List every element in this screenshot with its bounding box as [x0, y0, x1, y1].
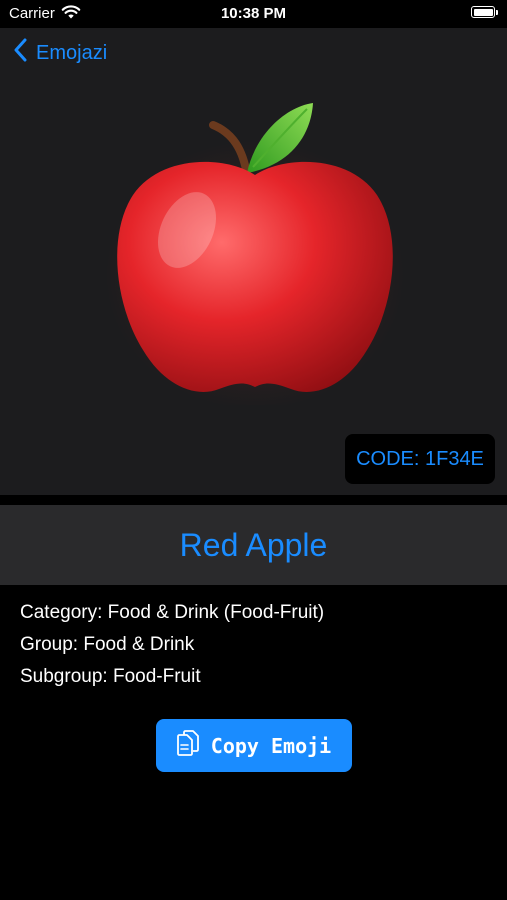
emoji-details: Category: Food & Drink (Food-Fruit) Grou… — [20, 597, 324, 693]
status-bar: Carrier 10:38 PM — [0, 0, 507, 28]
emoji-name-title: Red Apple — [179, 526, 328, 563]
back-button[interactable]: Emojazi — [14, 38, 108, 68]
chevron-left-icon — [14, 38, 28, 68]
category-text: Category: Food & Drink (Food-Fruit) — [20, 602, 325, 623]
emoji-code-badge: CODE: 1F34E — [345, 434, 495, 484]
title-band: Red Apple — [0, 505, 507, 585]
subgroup-text: Subgroup: Food-Fruit — [20, 666, 201, 687]
group-text: Group: Food & Drink — [20, 634, 195, 655]
copy-emoji-button[interactable]: Copy Emoji — [156, 719, 352, 772]
copy-button-label: Copy Emoji — [210, 733, 332, 758]
clock: 10:38 PM — [220, 5, 287, 22]
copy-icon — [176, 730, 199, 761]
red-apple-emoji — [105, 95, 405, 410]
back-label: Emojazi — [36, 41, 108, 64]
battery-icon — [471, 6, 495, 18]
section-divider — [0, 495, 507, 505]
battery-tip — [496, 10, 498, 15]
